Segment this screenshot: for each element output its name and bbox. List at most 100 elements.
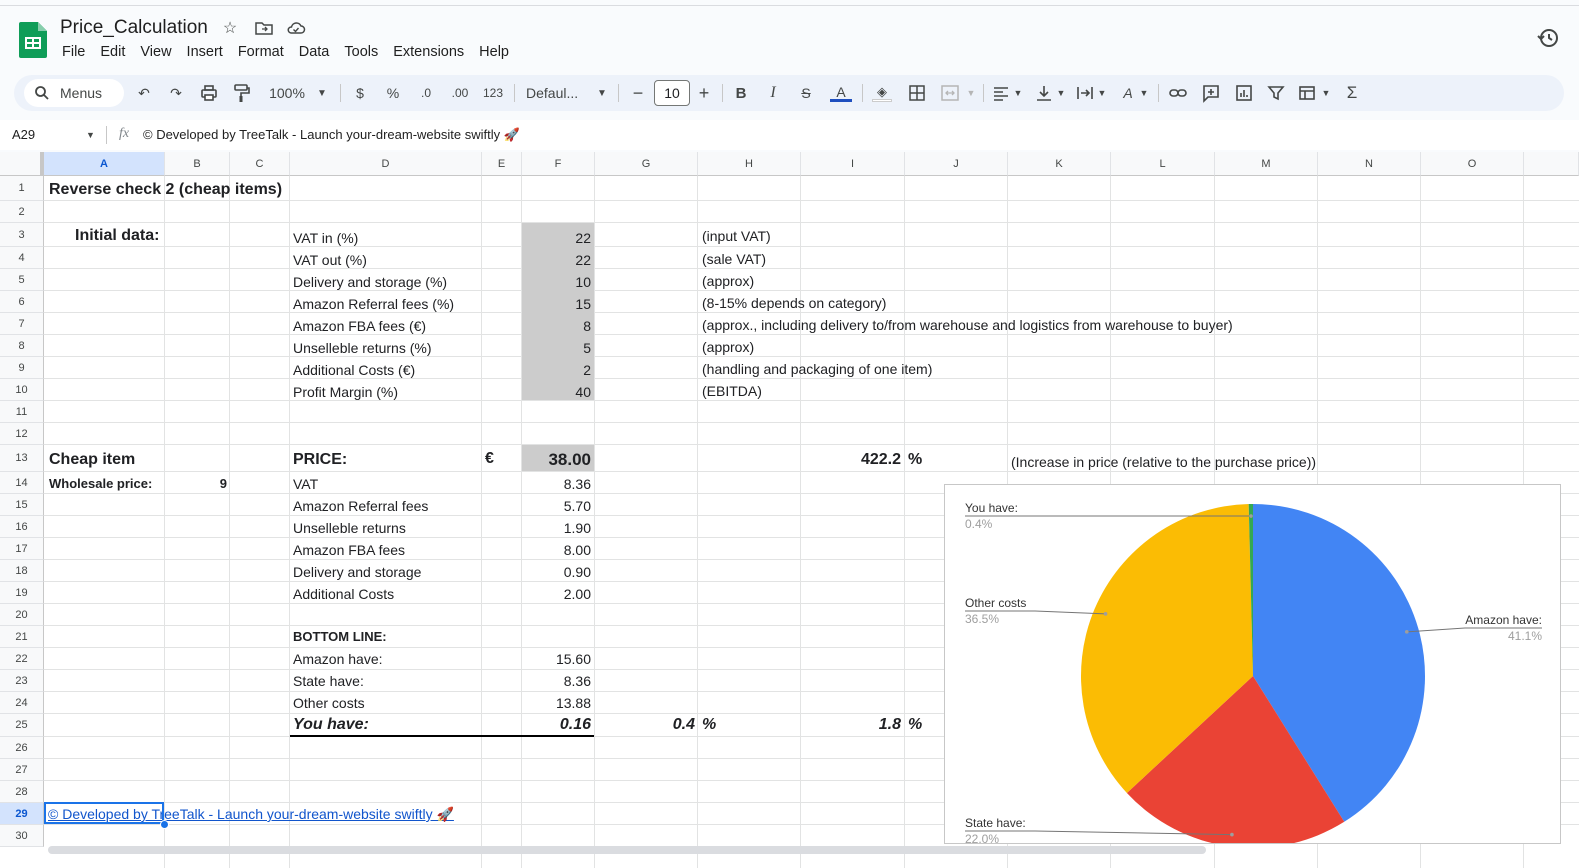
input-note[interactable]: (approx) <box>702 274 754 288</box>
move-folder-icon[interactable] <box>254 18 274 38</box>
row-header[interactable]: 24 <box>0 692 44 714</box>
column-header-i[interactable]: I <box>801 152 905 176</box>
cost-label[interactable]: Unselleble returns <box>293 521 406 535</box>
star-icon[interactable]: ☆ <box>220 18 240 38</box>
horizontal-scrollbar[interactable] <box>48 846 1206 854</box>
price-label[interactable]: PRICE: <box>293 452 347 468</box>
menus-search[interactable]: Menus <box>24 79 124 107</box>
cost-label[interactable]: Amazon Referral fees <box>293 499 428 513</box>
strikethrough-icon[interactable]: S <box>798 80 814 106</box>
pie-chart[interactable]: Amazon have: 41.1% State have: 22.0% Other c… <box>944 484 1561 844</box>
bottom-label[interactable]: State have: <box>293 674 364 688</box>
zoom-dropdown-icon[interactable]: ▼ <box>314 80 330 106</box>
you-have-margin-value[interactable]: 1.8 <box>801 717 901 733</box>
horizontal-align-icon[interactable] <box>991 80 1011 106</box>
input-label-referral[interactable]: Amazon Referral fees (%) <box>293 297 454 311</box>
filter-views-icon[interactable] <box>1297 80 1319 106</box>
column-header-a[interactable]: A <box>44 152 165 176</box>
menu-edit[interactable]: Edit <box>100 44 125 60</box>
input-value-vat-in[interactable]: 22 <box>522 231 591 245</box>
cost-value[interactable]: 1.90 <box>522 521 591 535</box>
menu-data[interactable]: Data <box>299 44 330 60</box>
italic-icon[interactable]: I <box>765 80 781 106</box>
text-color-icon[interactable]: A <box>830 80 852 106</box>
spreadsheet-grid[interactable]: A B C D E F G H I J K L M N O 1 2 3 4 5 … <box>0 152 1579 868</box>
currency-symbol[interactable]: € <box>485 451 494 467</box>
menu-insert[interactable]: Insert <box>187 44 223 60</box>
cost-label[interactable]: Delivery and storage <box>293 565 421 579</box>
bottom-label[interactable]: Amazon have: <box>293 652 383 666</box>
column-header-g[interactable]: G <box>595 152 698 176</box>
row-header[interactable]: 7 <box>0 313 44 335</box>
bold-icon[interactable]: B <box>733 80 749 106</box>
input-note[interactable]: (approx) <box>702 340 754 354</box>
column-header-n[interactable]: N <box>1318 152 1421 176</box>
column-header-h[interactable]: H <box>698 152 801 176</box>
you-have-value[interactable]: 0.16 <box>522 717 591 733</box>
column-header-d[interactable]: D <box>290 152 482 176</box>
column-header-f[interactable]: F <box>522 152 595 176</box>
cost-label[interactable]: Amazon FBA fees <box>293 543 405 557</box>
input-value-margin[interactable]: 40 <box>522 385 591 399</box>
row-header[interactable]: 15 <box>0 494 44 516</box>
input-label-additional[interactable]: Additional Costs (€) <box>293 363 415 377</box>
input-note[interactable]: (handling and packaging of one item) <box>702 362 932 376</box>
menu-extensions[interactable]: Extensions <box>393 44 464 60</box>
name-box-dropdown-icon[interactable]: ▼ <box>86 130 95 140</box>
formula-input[interactable]: © Developed by TreeTalk - Launch your-dr… <box>143 127 520 143</box>
row-header[interactable]: 2 <box>0 201 44 223</box>
font-size-input[interactable]: 10 <box>654 80 690 106</box>
row-header[interactable]: 4 <box>0 247 44 269</box>
row-header[interactable]: 5 <box>0 269 44 291</box>
increase-font-size-button[interactable]: + <box>696 80 712 106</box>
text-wrapping-icon[interactable] <box>1075 80 1095 106</box>
you-have-margin-percent[interactable]: % <box>908 717 922 733</box>
row-header[interactable]: 19 <box>0 582 44 604</box>
row-header[interactable]: 3 <box>0 223 44 247</box>
decrease-font-size-button[interactable]: − <box>630 80 646 106</box>
initial-data-label[interactable]: Initial data: <box>75 228 159 244</box>
print-icon[interactable] <box>199 80 219 106</box>
row-header[interactable]: 18 <box>0 560 44 582</box>
column-header-e[interactable]: E <box>482 152 522 176</box>
vertical-align-icon[interactable] <box>1034 80 1054 106</box>
menu-format[interactable]: Format <box>238 44 284 60</box>
column-header-m[interactable]: M <box>1215 152 1318 176</box>
bottom-line-label[interactable]: BOTTOM LINE: <box>293 630 387 643</box>
column-header-o[interactable]: O <box>1421 152 1524 176</box>
input-value-delivery[interactable]: 10 <box>522 275 591 289</box>
cost-value[interactable]: 5.70 <box>522 499 591 513</box>
price-increase-percent[interactable]: % <box>908 452 922 468</box>
fill-color-icon[interactable]: ◈ <box>872 80 892 106</box>
row-header[interactable]: 12 <box>0 423 44 445</box>
input-label-returns[interactable]: Unselleble returns (%) <box>293 341 432 355</box>
input-note[interactable]: (8-15% depends on category) <box>702 296 886 310</box>
rotation-dropdown-icon[interactable]: ▼ <box>1138 80 1150 106</box>
font-dropdown-icon[interactable]: ▼ <box>595 80 609 106</box>
menu-file[interactable]: File <box>62 44 85 60</box>
sheet-heading[interactable]: Reverse check 2 (cheap items) <box>49 182 282 198</box>
name-box[interactable]: A29 <box>12 127 35 142</box>
column-header-l[interactable]: L <box>1111 152 1215 176</box>
cost-label[interactable]: Additional Costs <box>293 587 394 601</box>
insert-chart-icon[interactable] <box>1234 80 1254 106</box>
row-header[interactable]: 21 <box>0 626 44 648</box>
input-label-vat-out[interactable]: VAT out (%) <box>293 253 367 267</box>
wholesale-price-value[interactable]: 9 <box>165 477 227 490</box>
input-value-vat-out[interactable]: 22 <box>522 253 591 267</box>
currency-format-button[interactable]: $ <box>352 80 368 106</box>
bottom-value[interactable]: 15.60 <box>522 652 591 666</box>
input-label-delivery[interactable]: Delivery and storage (%) <box>293 275 447 289</box>
input-value-additional[interactable]: 2 <box>522 363 591 377</box>
input-label-fba[interactable]: Amazon FBA fees (€) <box>293 319 426 333</box>
cost-value[interactable]: 8.36 <box>522 477 591 491</box>
row-header[interactable]: 23 <box>0 670 44 692</box>
zoom-select[interactable]: 100% <box>262 80 312 106</box>
input-label-vat-in[interactable]: VAT in (%) <box>293 231 358 245</box>
row-header[interactable]: 11 <box>0 401 44 423</box>
input-note[interactable]: (EBITDA) <box>702 384 762 398</box>
row-header[interactable]: 20 <box>0 604 44 626</box>
borders-icon[interactable] <box>907 80 927 106</box>
you-have-label[interactable]: You have: <box>293 717 369 733</box>
insert-link-icon[interactable] <box>1168 80 1188 106</box>
